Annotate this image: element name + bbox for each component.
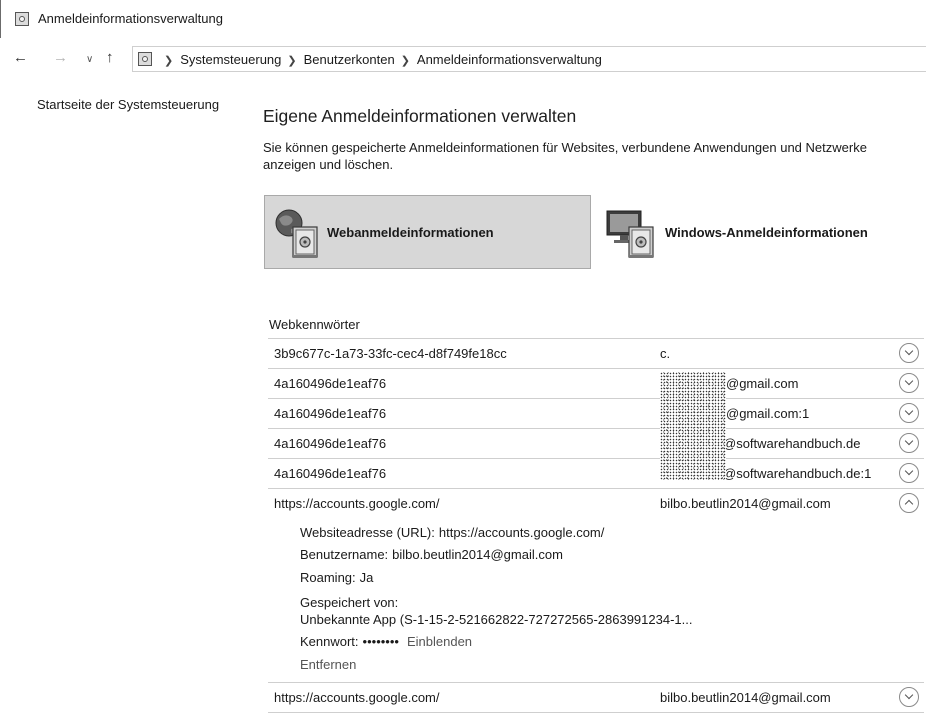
up-arrow-icon[interactable]: ↑	[106, 50, 114, 66]
detail-saved-by-value: Unbekannte App (S-1-15-2-521662822-72727…	[300, 612, 693, 627]
password-mask: ••••••••	[362, 634, 399, 649]
credential-address: 4a160496de1eaf76	[274, 466, 387, 481]
credential-address: 4a160496de1eaf76	[274, 376, 387, 391]
expand-chevron-icon[interactable]	[899, 403, 919, 423]
list-divider	[268, 712, 924, 716]
detail-username-value: bilbo.beutlin2014@gmail.com	[392, 547, 563, 562]
credential-row[interactable]: https://accounts.google.com/ bilbo.beutl…	[268, 682, 924, 712]
credential-row[interactable]: 4a160496de1eaf76 @gmail.com	[268, 368, 924, 398]
remove-credential-link[interactable]: Entfernen	[300, 657, 356, 672]
web-credentials-label: Webanmeldeinformationen	[327, 224, 494, 240]
detail-roaming-value: Ja	[359, 570, 374, 585]
windows-credentials-tile[interactable]: Windows-Anmeldeinformationen	[603, 195, 913, 269]
credential-row[interactable]: 4a160496de1eaf76 @softwarehandbuch.de	[268, 428, 924, 458]
address-bar[interactable]: ❯ Systemsteuerung ❯ Benutzerkonten ❯ Anmeldei…	[132, 46, 926, 72]
control-panel-home-link[interactable]: Startseite der Systemsteuerung	[37, 97, 219, 112]
forward-arrow-icon[interactable]: →	[53, 50, 68, 66]
expand-chevron-icon[interactable]	[899, 373, 919, 393]
breadcrumb-anmeldeinformationsverwaltung[interactable]: Anmeldeinformationsverwaltung	[417, 52, 602, 67]
detail-saved-by-label: Gespeichert von:	[300, 595, 399, 610]
credential-manager-icon	[15, 12, 29, 26]
credential-username: bilbo.beutlin2014@gmail.com	[660, 496, 831, 511]
detail-username: Benutzername: bilbo.beutlin2014@gmail.com	[300, 547, 563, 562]
breadcrumb-systemsteuerung[interactable]: Systemsteuerung	[180, 52, 281, 67]
expand-chevron-icon[interactable]	[899, 463, 919, 483]
credential-username: @softwarehandbuch.de	[723, 436, 861, 451]
detail-username-label: Benutzername:	[300, 547, 389, 562]
title-bar: Anmeldeinformationsverwaltung	[0, 0, 926, 38]
collapse-chevron-icon[interactable]	[899, 493, 919, 513]
page-description: Sie können gespeicherte Anmeldeinformati…	[263, 140, 867, 172]
credential-username: @gmail.com	[726, 376, 799, 391]
expand-chevron-icon[interactable]	[899, 433, 919, 453]
credential-username: c.	[660, 346, 671, 361]
credential-row[interactable]: 4a160496de1eaf76 @softwarehandbuch.de:1	[268, 458, 924, 488]
credential-row[interactable]: 4a160496de1eaf76 @gmail.com:1	[268, 398, 924, 428]
detail-roaming-label: Roaming:	[300, 570, 356, 585]
credential-address: https://accounts.google.com/	[274, 690, 440, 705]
detail-password: Kennwort: •••••••• Einblenden	[300, 634, 472, 649]
detail-password-label: Kennwort:	[300, 634, 359, 649]
web-credentials-tile[interactable]: Webanmeldeinformationen	[264, 195, 591, 269]
page-title: Eigene Anmeldeinformationen verwalten	[263, 106, 577, 126]
breadcrumb: ❯ Systemsteuerung ❯ Benutzerkonten ❯ Anmeldei…	[158, 52, 602, 67]
credential-row-expanded[interactable]: https://accounts.google.com/ bilbo.beutl…	[268, 488, 924, 518]
redaction-noise-overlay	[660, 372, 726, 480]
monitor-vault-icon	[603, 201, 665, 263]
reveal-password-link[interactable]: Einblenden	[407, 634, 472, 649]
expand-chevron-icon[interactable]	[899, 343, 919, 363]
web-passwords-section-label: Webkennwörter	[269, 317, 360, 332]
credential-username: @gmail.com:1	[726, 406, 810, 421]
breadcrumb-benutzerkonten[interactable]: Benutzerkonten	[304, 52, 395, 67]
detail-url: Websiteadresse (URL): https://accounts.go…	[300, 525, 604, 540]
window-title: Anmeldeinformationsverwaltung	[38, 11, 223, 26]
credential-row[interactable]: 3b9c677c-1a73-33fc-cec4-d8f749fe18cc c.	[268, 338, 924, 368]
credential-address: 4a160496de1eaf76	[274, 436, 387, 451]
credential-address: 3b9c677c-1a73-33fc-cec4-d8f749fe18cc	[274, 346, 507, 361]
globe-vault-icon	[265, 201, 327, 263]
credential-address: https://accounts.google.com/	[274, 496, 440, 511]
breadcrumb-separator-icon: ❯	[400, 55, 410, 67]
credential-username: @softwarehandbuch.de:1	[723, 466, 872, 481]
breadcrumb-separator-icon: ❯	[287, 55, 297, 67]
back-arrow-icon[interactable]: ←	[13, 50, 28, 66]
credential-username: bilbo.beutlin2014@gmail.com	[660, 690, 831, 705]
windows-credentials-label: Windows-Anmeldeinformationen	[665, 224, 868, 240]
detail-url-value: https://accounts.google.com/	[438, 525, 605, 540]
detail-url-label: Websiteadresse (URL):	[300, 525, 435, 540]
control-panel-icon	[138, 52, 152, 66]
recent-locations-chevron-icon[interactable]: ∨	[86, 52, 93, 68]
breadcrumb-separator-icon: ❯	[164, 55, 174, 67]
credential-address: 4a160496de1eaf76	[274, 406, 387, 421]
expand-chevron-icon[interactable]	[899, 687, 919, 707]
detail-roaming: Roaming: Ja	[300, 570, 373, 585]
